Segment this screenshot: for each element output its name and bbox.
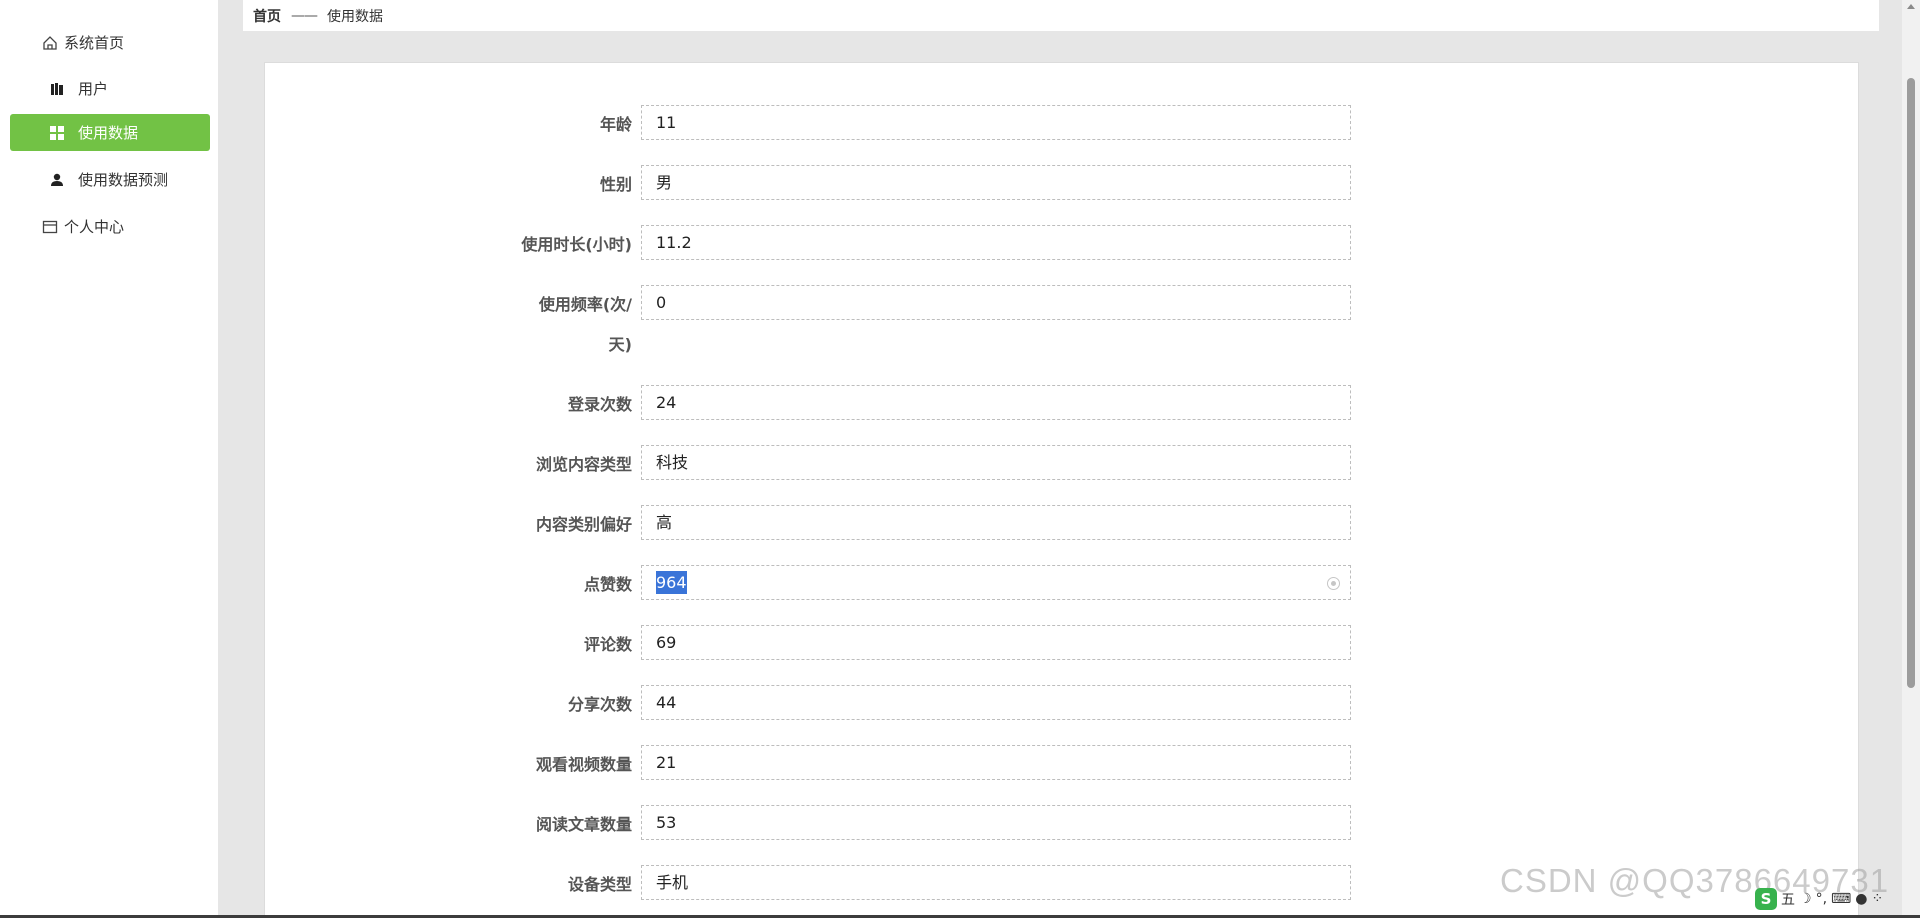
breadcrumb-current: 使用数据 xyxy=(327,8,383,25)
ime-toolbar[interactable]: S 五 ☽ °, ⌨ ● ⁘ xyxy=(1755,886,1917,912)
sidebar-item-users[interactable]: 用户 xyxy=(10,70,210,107)
field-label: 浏览内容类型 xyxy=(535,455,632,474)
login-count-input[interactable]: 24 xyxy=(641,385,1351,420)
sidebar-item-label: 系统首页 xyxy=(64,34,125,52)
home-icon xyxy=(42,35,58,51)
person-icon xyxy=(50,173,64,187)
field-label: 观看视频数量 xyxy=(535,755,632,774)
moon-icon[interactable]: ☽ xyxy=(1799,891,1812,907)
field-label: 设备类型 xyxy=(567,875,632,894)
sidebar-item-profile[interactable]: 个人中心 xyxy=(10,208,210,245)
breadcrumb: 首页 —— 使用数据 xyxy=(243,0,1879,31)
field-label: 使用频率(次/天) xyxy=(538,295,632,354)
clear-icon[interactable] xyxy=(1327,577,1340,590)
usage-duration-input[interactable]: 11.2 xyxy=(641,225,1351,260)
content-type-input[interactable]: 科技 xyxy=(641,445,1351,480)
sidebar: 系统首页 用户 使用数据 使用数据预测 个人中心 xyxy=(0,0,218,918)
keyboard-icon[interactable]: ⌨ xyxy=(1831,891,1851,907)
sidebar-item-usage-prediction[interactable]: 使用数据预测 xyxy=(10,161,210,198)
sidebar-item-usage-data[interactable]: 使用数据 xyxy=(10,114,210,151)
field-label: 阅读文章数量 xyxy=(535,815,632,834)
device-type-input[interactable]: 手机 xyxy=(641,865,1351,900)
field-label: 性别 xyxy=(599,175,632,194)
menu-grid-icon[interactable]: ⁘ xyxy=(1871,891,1883,907)
field-label: 登录次数 xyxy=(567,395,632,414)
grid-icon xyxy=(50,125,64,140)
ime-logo-icon[interactable]: S xyxy=(1755,888,1777,910)
category-preference-input[interactable]: 高 xyxy=(641,505,1351,540)
field-label: 内容类别偏好 xyxy=(535,515,632,534)
scroll-up-arrow-icon[interactable] xyxy=(1907,4,1915,9)
card-icon xyxy=(42,219,58,235)
sidebar-item-label: 使用数据预测 xyxy=(78,171,169,189)
likes-input[interactable]: 964 xyxy=(641,565,1351,600)
detail-form: 年龄 11 性别 男 使用时长(小时) 11.2 使用频率(次/天) 0 登录次… xyxy=(264,62,1859,918)
field-label: 评论数 xyxy=(583,635,632,654)
ime-mode-label[interactable]: 五 xyxy=(1781,889,1795,909)
shares-input[interactable]: 44 xyxy=(641,685,1351,720)
vertical-scrollbar[interactable] xyxy=(1902,0,1920,918)
age-input[interactable]: 11 xyxy=(641,105,1351,140)
sidebar-item-label: 使用数据 xyxy=(78,124,139,142)
sidebar-item-home[interactable]: 系统首页 xyxy=(10,24,210,61)
field-label: 点赞数 xyxy=(583,575,632,594)
comments-input[interactable]: 69 xyxy=(641,625,1351,660)
field-label: 年龄 xyxy=(599,115,632,134)
breadcrumb-home[interactable]: 首页 xyxy=(253,6,281,26)
videos-watched-input[interactable]: 21 xyxy=(641,745,1351,780)
field-label: 分享次数 xyxy=(567,695,632,714)
usage-frequency-input[interactable]: 0 xyxy=(641,285,1351,320)
punctuation-icon[interactable]: °, xyxy=(1816,891,1827,907)
main-area: 首页 —— 使用数据 年龄 11 性别 男 使用时长(小时) 11.2 使用频率… xyxy=(218,0,1902,918)
articles-read-input[interactable]: 53 xyxy=(641,805,1351,840)
sidebar-item-label: 用户 xyxy=(78,80,109,98)
sidebar-item-label: 个人中心 xyxy=(64,218,125,236)
breadcrumb-separator: —— xyxy=(291,7,318,24)
user-book-icon xyxy=(50,82,64,96)
user-icon[interactable]: ● xyxy=(1855,891,1867,907)
scroll-thumb[interactable] xyxy=(1907,78,1915,688)
selected-text: 964 xyxy=(656,571,687,594)
field-label: 使用时长(小时) xyxy=(521,235,632,254)
gender-input[interactable]: 男 xyxy=(641,165,1351,200)
